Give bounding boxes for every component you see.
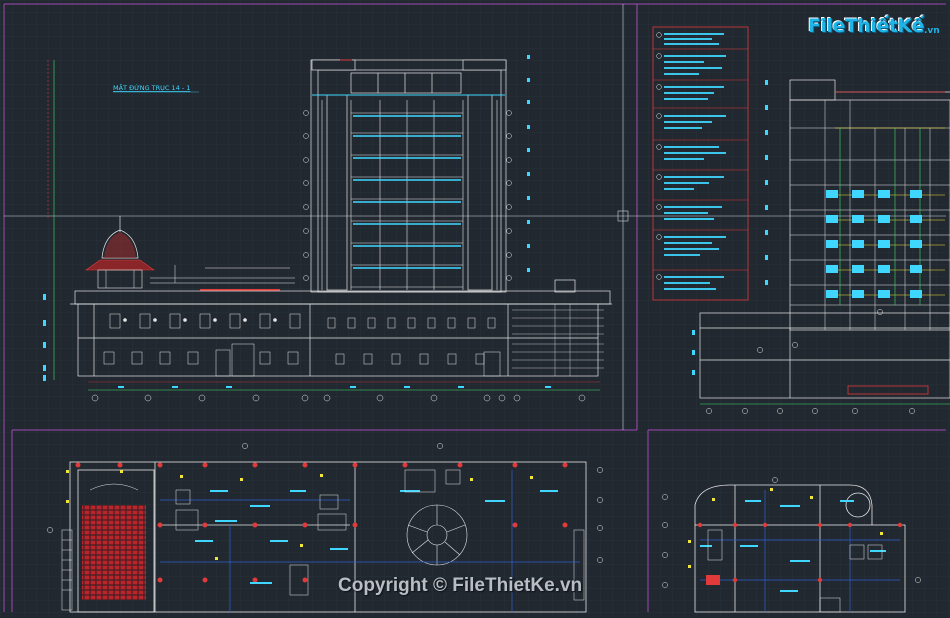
elevation-title: MẶT ĐỨNG TRỤC 14 - 1	[113, 83, 190, 92]
copyright-watermark: Copyright © FileThietKe.vn	[338, 575, 583, 596]
logo-icon: FileThiếtKế .vn	[808, 11, 940, 41]
logo-text: FileThiếtKế	[808, 15, 924, 37]
cad-drawing-canvas[interactable]: MẶT ĐỨNG TRỤC 14 - 1	[0, 0, 950, 618]
logo-domain: .vn	[923, 26, 940, 36]
